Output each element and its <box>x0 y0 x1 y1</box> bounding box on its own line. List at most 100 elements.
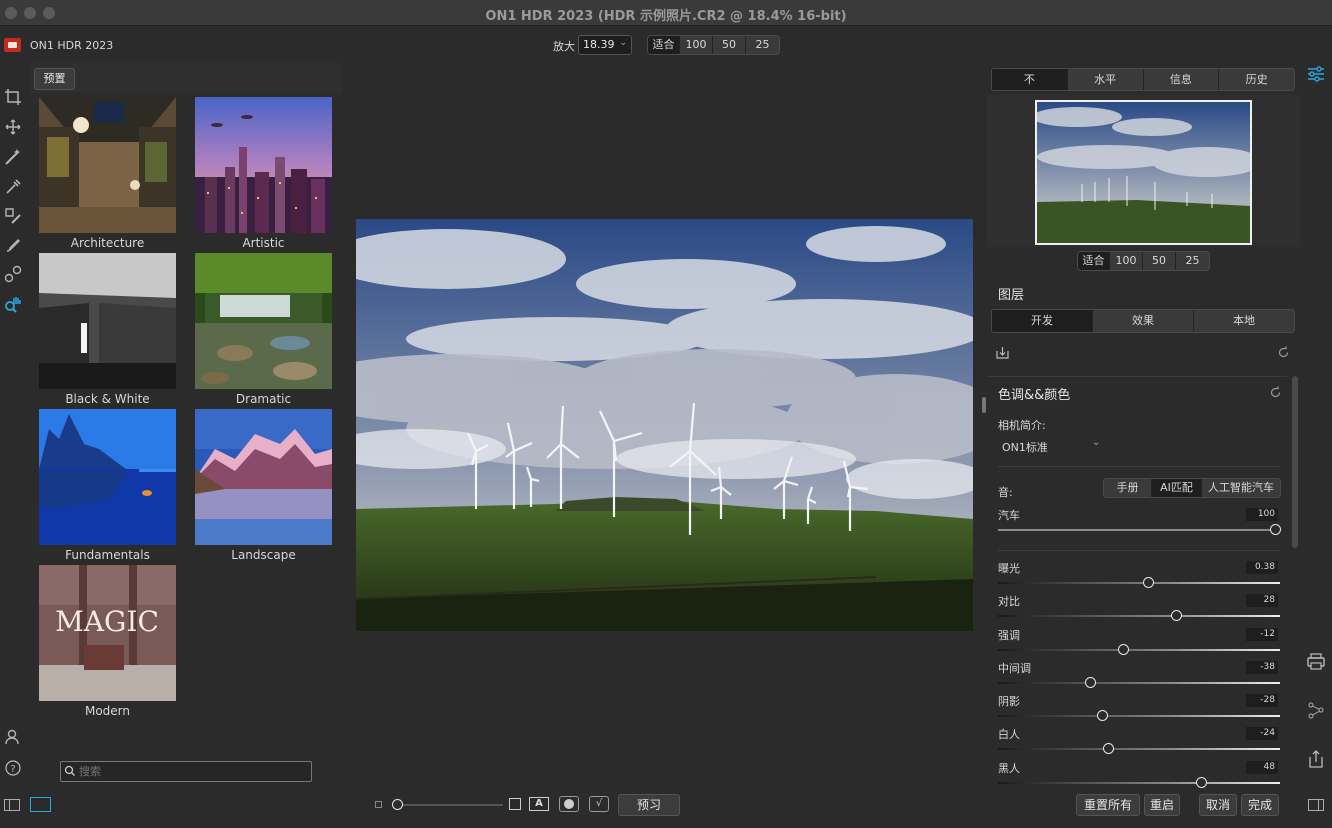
slider-value-field[interactable]: -38 <box>1246 661 1278 674</box>
tab-level[interactable]: 水平 <box>1068 69 1144 90</box>
right-panel-toggle-icon[interactable] <box>1308 799 1324 811</box>
slider-track[interactable] <box>998 748 1280 750</box>
preview-button[interactable]: 预习 <box>618 794 680 816</box>
slider-value-field[interactable]: -12 <box>1246 628 1278 641</box>
chevron-down-icon: ⌄ <box>1092 437 1101 448</box>
reset-section-icon[interactable] <box>1269 386 1282 399</box>
layer-tabs: 开发 效果 本地 <box>991 309 1295 333</box>
slider-value-field[interactable]: 28 <box>1246 594 1278 607</box>
user-icon[interactable] <box>4 728 22 746</box>
main-photo-canvas[interactable] <box>356 219 973 631</box>
preset-architecture-thumb[interactable] <box>39 97 176 233</box>
slider-knob[interactable] <box>1142 577 1154 588</box>
restart-button[interactable]: 重启 <box>1144 794 1180 816</box>
slider-value-field[interactable]: -24 <box>1246 727 1278 740</box>
tab-info[interactable]: 信息 <box>1144 69 1220 90</box>
panel-splitter-handle[interactable] <box>982 397 986 413</box>
thumb-size-slider-knob[interactable] <box>392 799 403 810</box>
slider-value-field[interactable]: 48 <box>1246 761 1278 774</box>
tone-mode-manual-button[interactable]: 手册 <box>1104 479 1152 497</box>
slider-track[interactable] <box>998 682 1280 684</box>
view-zoom-buttons: 适合 100 50 25 <box>647 35 780 55</box>
slider-label: 强调 <box>998 629 1020 642</box>
tab-none[interactable]: 不 <box>992 69 1068 90</box>
brush-icon[interactable] <box>4 236 22 254</box>
preset-modern-thumb[interactable]: MAGIC <box>39 565 176 701</box>
nav-zoom-50-button[interactable]: 50 <box>1143 252 1176 270</box>
zoom-100-button[interactable]: 100 <box>680 36 713 54</box>
print-icon[interactable] <box>1306 651 1326 671</box>
slider-knob[interactable] <box>1118 644 1130 655</box>
preset-label: Dramatic <box>235 392 292 406</box>
tab-develop[interactable]: 开发 <box>992 310 1093 332</box>
slider-label: 黑人 <box>998 762 1020 775</box>
help-icon[interactable]: ? <box>4 759 22 777</box>
export-icon[interactable] <box>1306 749 1326 769</box>
import-settings-icon[interactable] <box>996 346 1009 359</box>
tab-history[interactable]: 历史 <box>1219 69 1294 90</box>
share-icon[interactable] <box>1306 700 1326 720</box>
zoom-25-button[interactable]: 25 <box>746 36 779 54</box>
clone-stamp-icon[interactable] <box>4 265 22 283</box>
presets-button[interactable]: 预置 <box>34 68 75 90</box>
preset-black-white-thumb[interactable] <box>39 253 176 389</box>
move-icon[interactable] <box>4 118 22 136</box>
thumb-size-slider[interactable] <box>397 804 503 806</box>
slider-track[interactable] <box>998 529 1280 531</box>
info-tabs: 不 水平 信息 历史 <box>991 68 1295 91</box>
cancel-button[interactable]: 取消 <box>1199 794 1237 816</box>
text-overlay-toggle[interactable]: A <box>529 797 549 811</box>
left-panel-toggle-icon[interactable] <box>4 799 20 811</box>
compare-toggle-icon[interactable]: √ <box>589 796 609 812</box>
navigator-thumbnail[interactable] <box>1035 100 1252 245</box>
slider-knob[interactable] <box>1270 524 1281 535</box>
slider-track[interactable] <box>998 582 1280 584</box>
zoom-fit-button[interactable]: 适合 <box>648 36 680 54</box>
filmstrip-toggle-icon[interactable] <box>30 797 51 812</box>
preset-fundamentals-thumb[interactable] <box>39 409 176 545</box>
preset-label: Modern <box>84 704 131 718</box>
crop-icon[interactable] <box>4 88 22 106</box>
reset-all-button[interactable]: 重置所有 <box>1076 794 1140 816</box>
slider-value-field[interactable]: 100 <box>1246 508 1278 521</box>
slider-track[interactable] <box>998 715 1280 717</box>
tab-effects[interactable]: 效果 <box>1093 310 1194 332</box>
slider-track[interactable] <box>998 782 1280 784</box>
adjustments-icon[interactable] <box>1306 64 1326 84</box>
slider-track[interactable] <box>998 649 1280 651</box>
retouch-brush-icon[interactable] <box>4 178 22 196</box>
slider-knob[interactable] <box>1103 743 1115 754</box>
zoom-50-button[interactable]: 50 <box>713 36 746 54</box>
slider-knob[interactable] <box>1170 610 1182 621</box>
search-input[interactable] <box>60 761 312 782</box>
slider-knob[interactable] <box>1085 677 1097 688</box>
right-panel-scrollbar[interactable] <box>1292 376 1298 548</box>
slider-knob[interactable] <box>1195 777 1207 788</box>
slider-track[interactable] <box>998 615 1280 617</box>
chevron-down-icon: ⌄ <box>619 38 627 48</box>
mask-view-toggle-icon[interactable] <box>559 796 579 812</box>
done-button[interactable]: 完成 <box>1241 794 1279 816</box>
preset-landscape-thumb[interactable] <box>195 409 332 545</box>
slider-value-field[interactable]: -28 <box>1246 694 1278 707</box>
slider-knob[interactable] <box>1097 710 1109 721</box>
nav-zoom-fit-button[interactable]: 适合 <box>1078 252 1110 270</box>
camera-profile-select[interactable]: ON1标准 ⌄ <box>1002 437 1102 455</box>
nav-zoom-100-button[interactable]: 100 <box>1110 252 1143 270</box>
thumb-size-large-icon <box>509 798 521 810</box>
magic-wand-icon[interactable] <box>4 148 22 166</box>
preset-artistic-thumb[interactable] <box>195 97 332 233</box>
tone-mode-ai-auto-button[interactable]: 人工智能汽车 <box>1202 479 1280 497</box>
app-name: ON1 HDR 2023 <box>30 39 114 52</box>
masking-brush-icon[interactable] <box>4 207 22 225</box>
tone-mode-ai-match-button[interactable]: AI匹配 <box>1152 479 1202 497</box>
tone-mode-buttons: 手册 AI匹配 人工智能汽车 <box>1103 478 1281 498</box>
slider-value-field[interactable]: 0.38 <box>1246 561 1278 574</box>
zoom-pan-icon[interactable] <box>4 295 22 313</box>
preset-label: Artistic <box>242 236 285 250</box>
nav-zoom-25-button[interactable]: 25 <box>1176 252 1209 270</box>
tab-local[interactable]: 本地 <box>1194 310 1294 332</box>
zoom-select[interactable]: 18.39 ⌄ <box>578 35 632 55</box>
preset-dramatic-thumb[interactable] <box>195 253 332 389</box>
reset-layer-icon[interactable] <box>1277 346 1290 359</box>
